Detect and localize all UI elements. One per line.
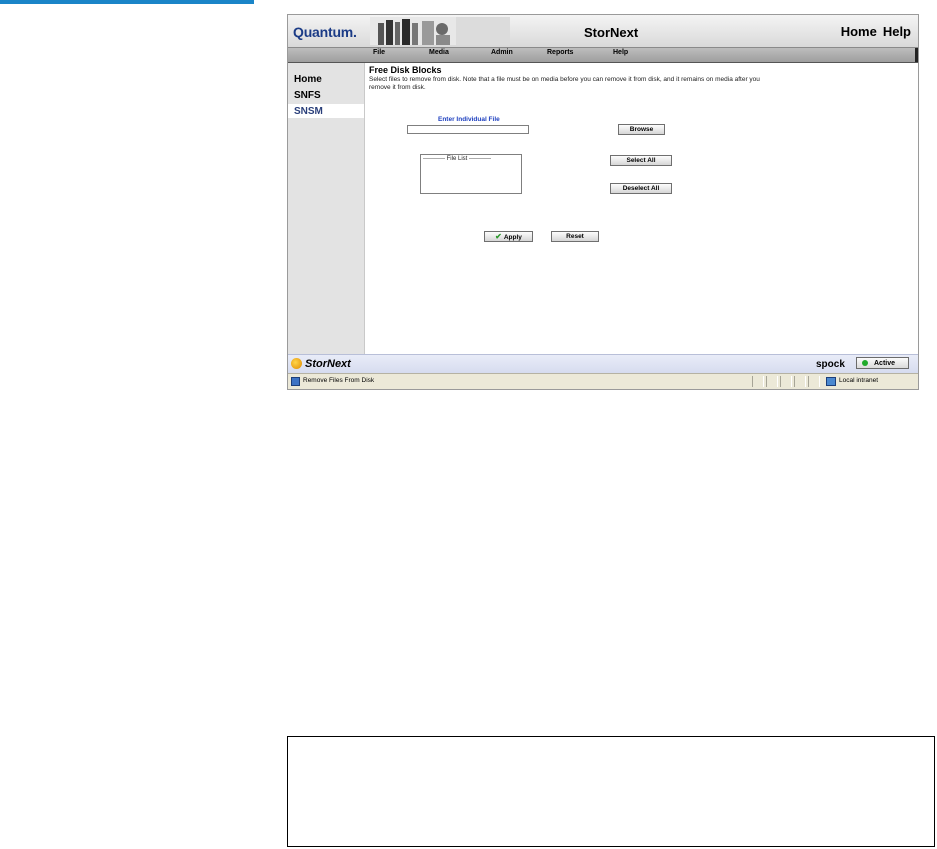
- help-link[interactable]: Help: [883, 24, 911, 39]
- browser-status-bar: Remove Files From Disk Local intranet: [288, 373, 918, 389]
- browse-button[interactable]: Browse: [618, 124, 665, 135]
- menu-edge: [915, 48, 918, 62]
- app-title: StorNext: [584, 25, 639, 40]
- status-dot-icon: [862, 360, 868, 366]
- stornext-window: Quantum. StorNext Home Help File Media Ad…: [287, 14, 919, 390]
- stornext-logo-icon: [291, 358, 302, 369]
- file-list-box[interactable]: ----------- File List -----------: [420, 154, 522, 194]
- server-banner-icon: [370, 17, 510, 45]
- quantum-logo: Quantum.: [293, 24, 357, 40]
- sidebar-item-snfs[interactable]: SNFS: [294, 90, 321, 101]
- individual-file-input[interactable]: [407, 125, 529, 134]
- home-link[interactable]: Home: [841, 24, 877, 39]
- status-segment: [752, 376, 764, 387]
- document-rule: [0, 0, 254, 4]
- individual-file-label: Enter Individual File: [438, 116, 500, 123]
- sidebar: Home SNFS SNSM: [288, 63, 365, 354]
- host-name: spock: [816, 359, 845, 370]
- main-panel: Free Disk Blocks Select files to remove …: [365, 63, 918, 354]
- note-box: [287, 736, 935, 847]
- status-segment: [794, 376, 806, 387]
- status-segment: [780, 376, 792, 387]
- status-badge[interactable]: Active: [856, 357, 909, 369]
- reset-button[interactable]: Reset: [551, 231, 599, 242]
- menu-admin[interactable]: Admin: [491, 49, 513, 56]
- file-list-placeholder: ----------- File List -----------: [423, 156, 491, 162]
- sidebar-item-snsm[interactable]: SNSM: [294, 106, 323, 117]
- menu-media[interactable]: Media: [429, 49, 449, 56]
- apply-button[interactable]: ✔ Apply: [484, 231, 533, 242]
- app-header: Quantum. StorNext Home Help: [288, 15, 918, 48]
- app-footer: StorNext spock Active: [288, 354, 918, 373]
- status-segment: [808, 376, 820, 387]
- page-description: Select files to remove from disk. Note t…: [369, 76, 760, 91]
- status-text: Active: [874, 360, 896, 367]
- top-links: Home Help: [835, 24, 911, 39]
- menu-bar: File Media Admin Reports Help: [288, 48, 918, 63]
- footer-brand: StorNext: [305, 358, 351, 370]
- menu-help[interactable]: Help: [613, 49, 628, 56]
- checkmark-icon: ✔: [495, 232, 502, 241]
- page-title: Free Disk Blocks: [369, 65, 442, 75]
- browser-status-text: Remove Files From Disk: [303, 377, 375, 384]
- sidebar-item-home[interactable]: Home: [294, 74, 322, 85]
- select-all-button[interactable]: Select All: [610, 155, 672, 166]
- deselect-all-button[interactable]: Deselect All: [610, 183, 672, 194]
- apply-label: Apply: [503, 234, 522, 241]
- status-segment: [766, 376, 778, 387]
- security-zone-text: Local intranet: [839, 377, 879, 384]
- menu-file[interactable]: File: [373, 49, 385, 56]
- intranet-zone-icon: [826, 377, 836, 386]
- menu-reports[interactable]: Reports: [547, 49, 573, 56]
- page-icon: [291, 377, 300, 386]
